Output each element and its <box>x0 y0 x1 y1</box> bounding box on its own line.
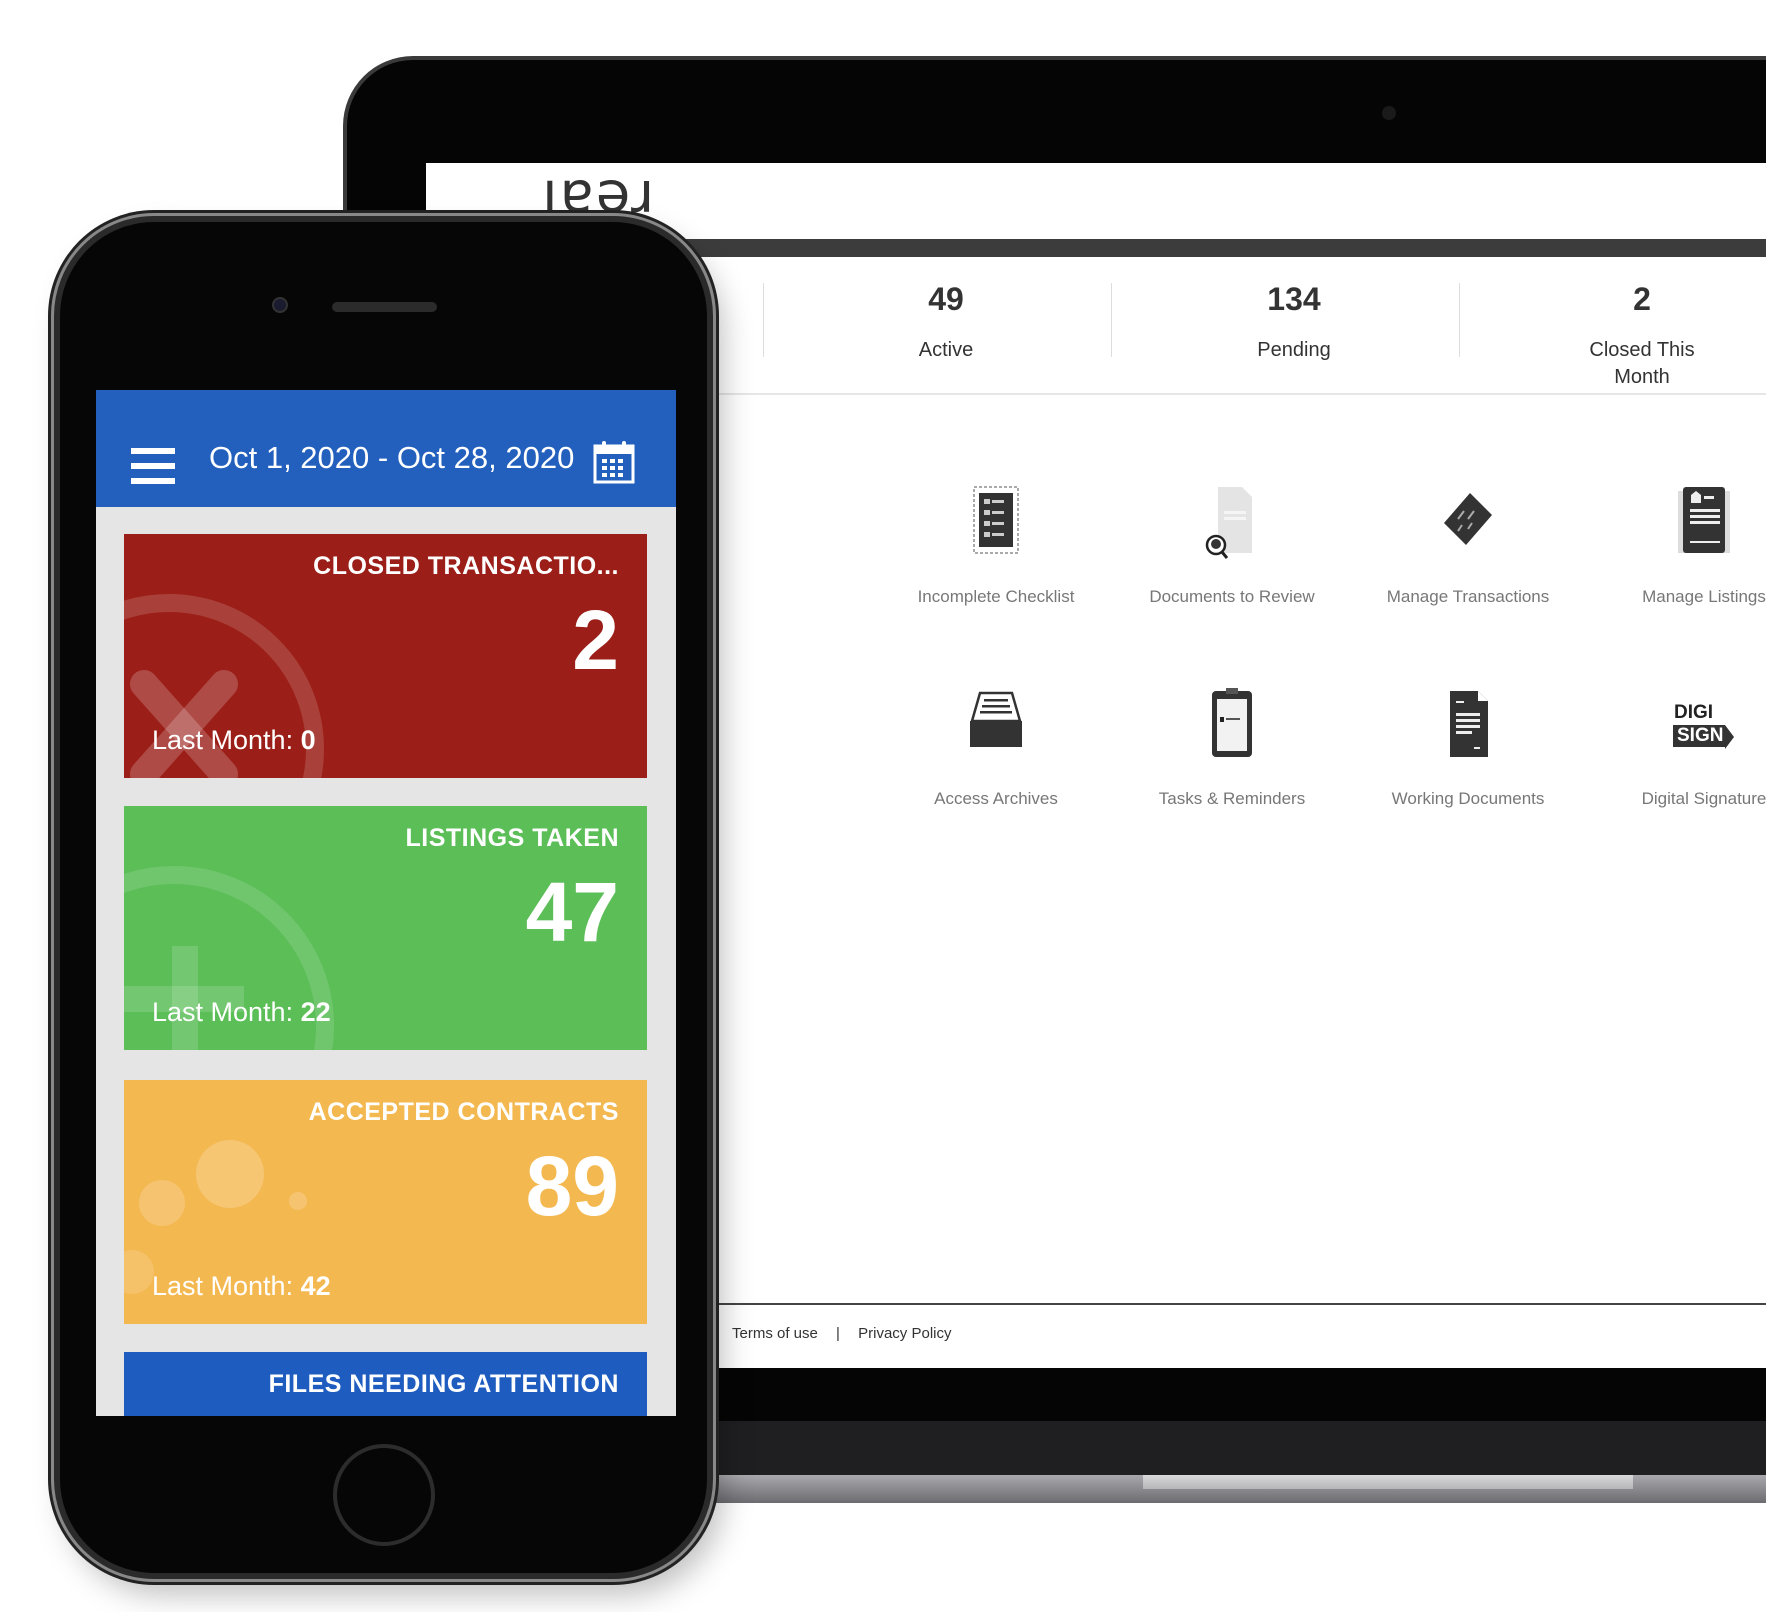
last-month-label: Last Month: <box>152 725 294 755</box>
digisign-text: SIGN <box>1673 725 1725 747</box>
bubble-decoration <box>139 1180 185 1226</box>
card-listings-taken[interactable]: LISTINGS TAKEN 47 Last Month: 22 <box>124 806 647 1050</box>
card-title: ACCEPTED CONTRACTS <box>308 1098 619 1126</box>
last-month-value: 42 <box>300 1271 331 1301</box>
stat-closed[interactable]: 2 Closed This Month <box>1468 281 1766 391</box>
card-value: 89 <box>525 1139 619 1233</box>
bubble-decoration <box>196 1140 264 1208</box>
calendar-icon[interactable] <box>593 440 635 484</box>
tile-label: Incomplete Checklist <box>917 587 1075 606</box>
stat-value: 49 <box>928 281 964 317</box>
tile-access-archives[interactable]: Access Archives <box>896 683 1096 809</box>
bubble-decoration <box>124 1250 154 1294</box>
home-button[interactable] <box>333 1444 435 1546</box>
document-icon <box>1450 691 1488 757</box>
last-month: Last Month: 0 <box>152 725 316 756</box>
stat-label: Closed This Month <box>1589 339 1695 388</box>
phone-camera <box>272 297 288 313</box>
tile-label: Tasks & Reminders <box>1158 789 1306 808</box>
privacy-link[interactable]: Privacy Policy <box>858 1325 951 1342</box>
footer-divider <box>716 1303 1766 1305</box>
laptop-camera <box>1382 106 1396 120</box>
card-title: LISTINGS TAKEN <box>405 824 619 852</box>
stat-active[interactable]: 49 Active <box>772 281 1120 364</box>
card-accepted-contracts[interactable]: ACCEPTED CONTRACTS 89 Last Month: 42 <box>124 1080 647 1324</box>
listing-icon <box>1678 487 1730 553</box>
card-files-needing-attention[interactable]: FILES NEEDING ATTENTION <box>124 1352 647 1416</box>
tile-working-documents[interactable]: Working Documents <box>1368 683 1568 809</box>
last-month-label: Last Month: <box>152 1271 294 1301</box>
laptop-chin <box>700 1421 1766 1477</box>
archive-tray-icon <box>970 691 1022 747</box>
card-value: 47 <box>525 865 619 959</box>
tile-digital-signature[interactable]: DIGI SIGN Digital Signature <box>1604 683 1766 809</box>
last-month-value: 0 <box>300 725 316 755</box>
card-title: CLOSED TRANSACTIO... <box>313 552 619 580</box>
digisign-text: DIGI <box>1674 702 1714 723</box>
tile-label: Digital Signature <box>1641 789 1766 808</box>
phone-speaker <box>332 302 437 312</box>
stat-value: 2 <box>1633 281 1651 317</box>
last-month: Last Month: 42 <box>152 1271 331 1302</box>
app-bar: Oct 1, 2020 - Oct 28, 2020 <box>96 390 676 507</box>
laptop-notch <box>1143 1475 1633 1489</box>
tile-label: Access Archives <box>934 789 1058 808</box>
checklist-icon <box>973 486 1019 554</box>
document-search-icon <box>1205 487 1252 559</box>
separator: | <box>836 1325 840 1342</box>
tile-label: Documents to Review <box>1149 587 1315 606</box>
stat-value: 134 <box>1267 281 1321 317</box>
arrow-shape <box>1725 725 1734 749</box>
card-closed-transactions[interactable]: CLOSED TRANSACTIO... 2 Last Month: 0 <box>124 534 647 778</box>
stat-label: Active <box>918 339 974 361</box>
last-month: Last Month: 22 <box>152 997 331 1028</box>
tile-incomplete-checklist[interactable]: Incomplete Checklist <box>896 481 1096 607</box>
divider <box>716 393 1766 395</box>
last-month-label: Last Month: <box>152 997 294 1027</box>
tile-label: Working Documents <box>1391 789 1545 808</box>
stat-label: Pending <box>1257 339 1331 361</box>
tile-label: Manage Transactions <box>1386 587 1550 606</box>
phone-screen: Oct 1, 2020 - Oct 28, 2020 CLOSED TRANSA… <box>96 390 676 1416</box>
card-title: FILES NEEDING ATTENTION <box>268 1370 619 1398</box>
terms-link[interactable]: Terms of use <box>732 1325 818 1342</box>
digisign-icon: DIGI SIGN <box>1664 683 1744 763</box>
stat-divider <box>763 283 764 357</box>
tile-manage-listings[interactable]: Manage Listings <box>1604 481 1766 607</box>
tile-manage-transactions[interactable]: Manage Transactions <box>1368 481 1568 607</box>
date-range[interactable]: Oct 1, 2020 - Oct 28, 2020 <box>209 440 574 476</box>
tile-tasks-reminders[interactable]: Tasks & Reminders <box>1132 683 1332 809</box>
x-icon <box>130 670 238 778</box>
last-month-value: 22 <box>300 997 331 1027</box>
bubble-decoration <box>289 1192 307 1210</box>
hamburger-menu-icon[interactable] <box>131 448 175 484</box>
tile-documents-to-review[interactable]: Documents to Review <box>1132 481 1332 607</box>
tile-label: Manage Listings <box>1642 587 1766 606</box>
stat-pending[interactable]: 134 Pending <box>1120 281 1468 364</box>
footer: Terms of use | Privacy Policy <box>732 1325 965 1342</box>
clipboard-icon <box>1212 688 1252 757</box>
tag-icon <box>1444 493 1492 545</box>
card-value: 2 <box>572 593 619 687</box>
